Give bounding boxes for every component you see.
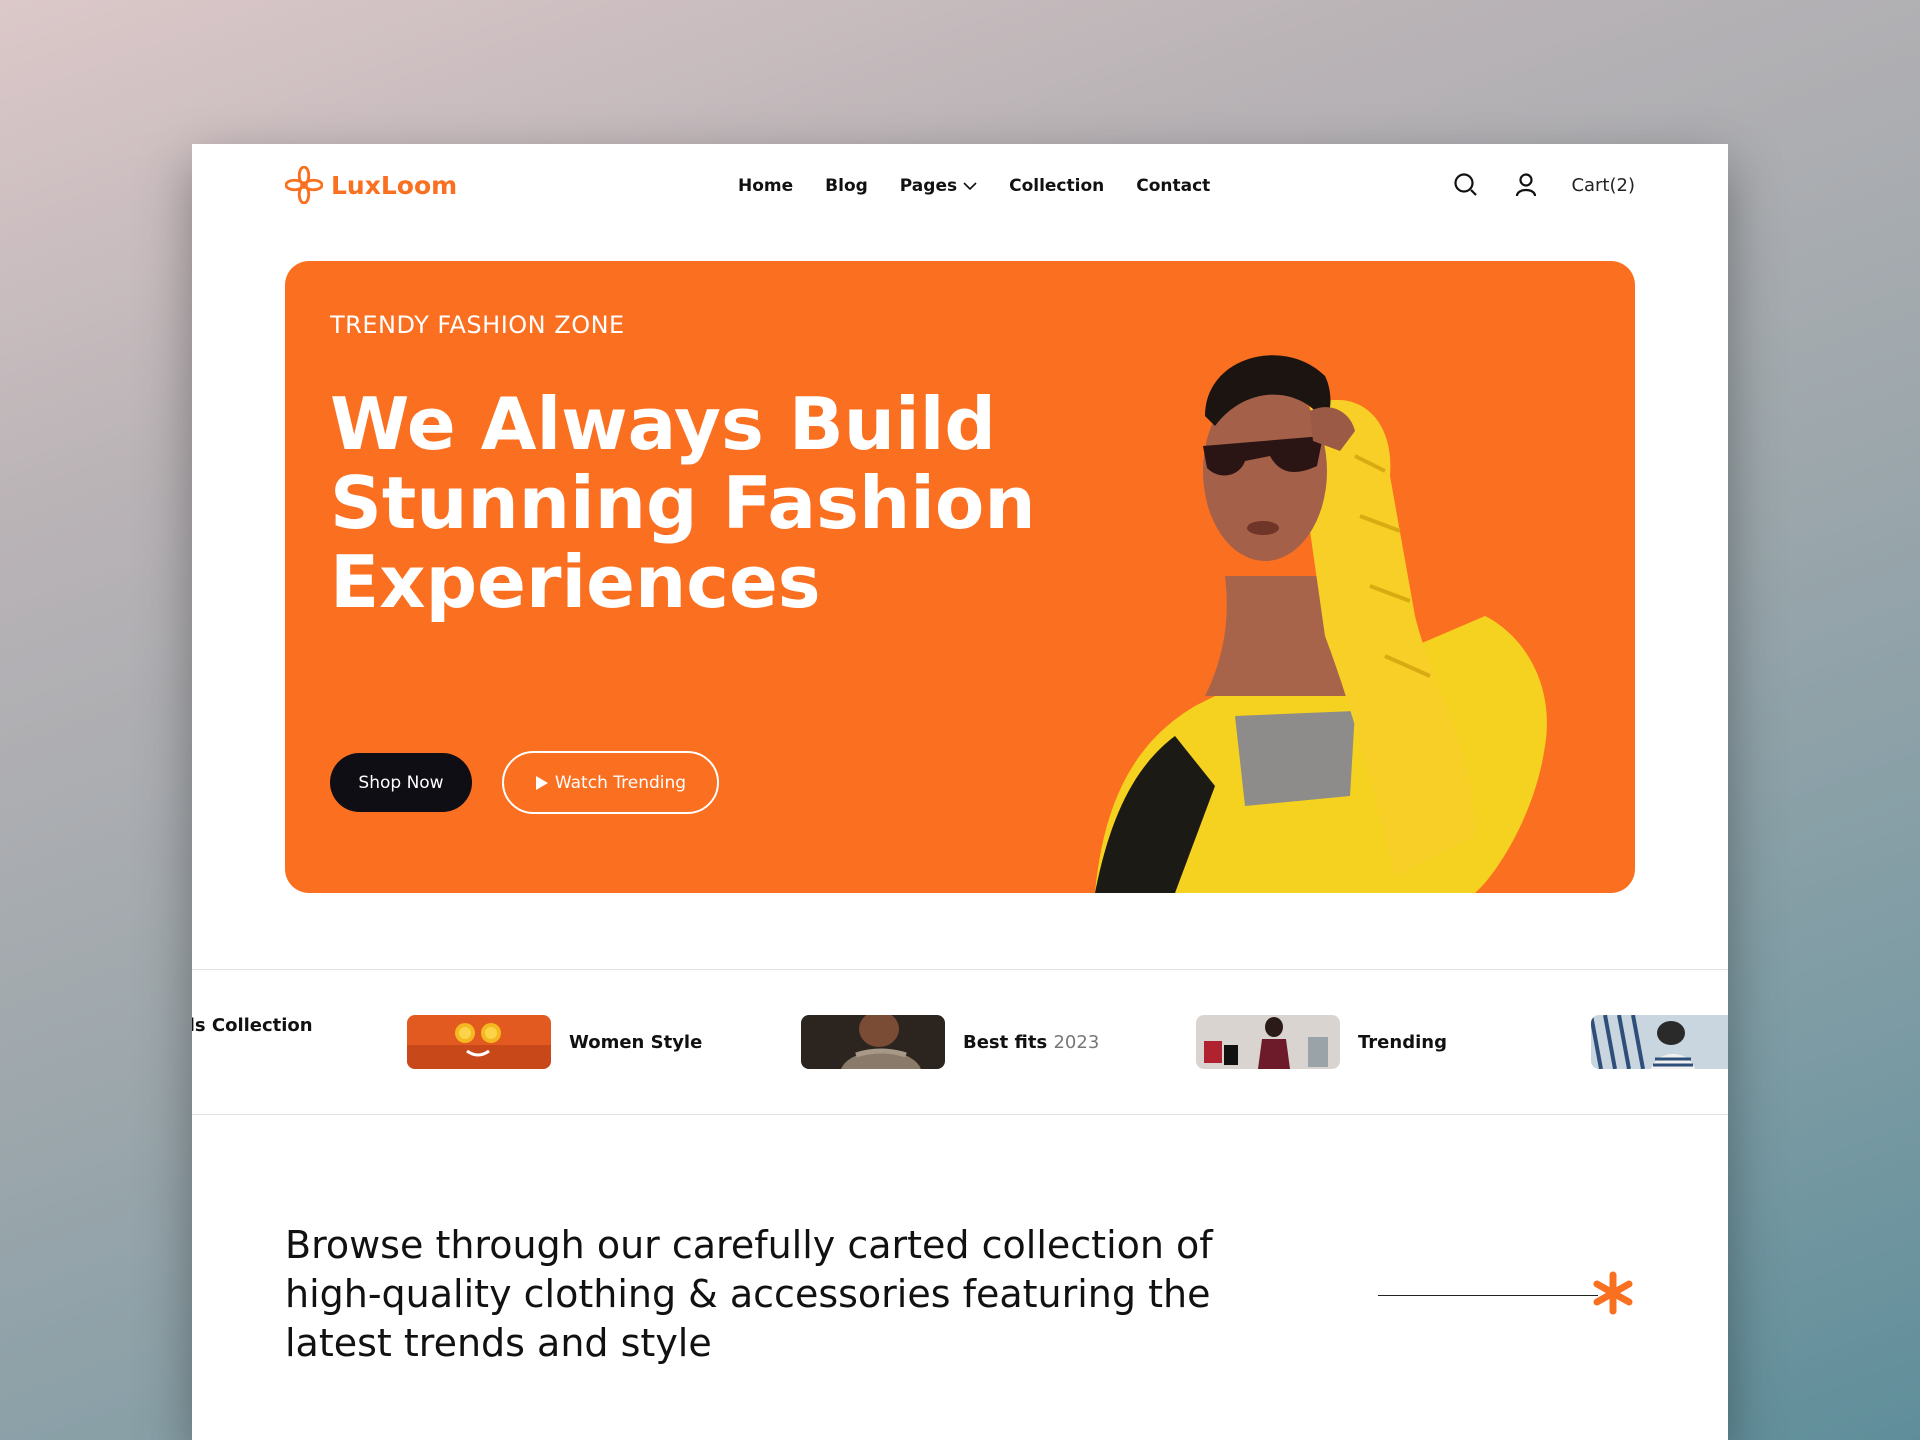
- category-label: Women Style: [569, 1031, 703, 1053]
- category-item[interactable]: Women Style: [407, 1015, 702, 1069]
- category-thumbnail: [801, 1015, 945, 1069]
- flower-icon: [285, 166, 323, 204]
- asterisk-icon: [1593, 1271, 1633, 1315]
- play-icon: [535, 775, 548, 790]
- category-thumbnail: [1196, 1015, 1340, 1069]
- nav-links: Home Blog Pages Collection Contact: [738, 176, 1210, 196]
- category-label: Best fits 2023: [963, 1032, 1099, 1053]
- hero-banner: TRENDY FASHION ZONE We Always Build Stun…: [285, 261, 1635, 893]
- watch-trending-button[interactable]: Watch Trending: [502, 751, 719, 814]
- logo[interactable]: LuxLoom: [285, 166, 457, 204]
- category-item[interactable]: Best fits 2023: [801, 1015, 1099, 1069]
- category-thumbnail: [407, 1015, 551, 1069]
- top-nav: LuxLoom Home Blog Pages Collection Conta…: [192, 144, 1728, 230]
- nav-actions: Cart(2): [1451, 170, 1635, 200]
- category-label: ds Collection: [192, 1015, 313, 1036]
- browser-window: LuxLoom Home Blog Pages Collection Conta…: [192, 144, 1728, 1440]
- decorative-line: [1378, 1295, 1598, 1296]
- brand-name: LuxLoom: [331, 170, 458, 200]
- nav-collection[interactable]: Collection: [1009, 176, 1104, 196]
- nav-pages[interactable]: Pages: [900, 176, 977, 196]
- browse-text: Browse through our carefully carted coll…: [285, 1223, 1213, 1365]
- search-icon: [1454, 173, 1478, 196]
- search-button[interactable]: [1451, 170, 1481, 200]
- nav-blog[interactable]: Blog: [825, 176, 868, 196]
- nav-contact[interactable]: Contact: [1136, 176, 1210, 196]
- hero-headline: We Always Build Stunning Fashion Experie…: [330, 382, 1036, 624]
- shop-now-button[interactable]: Shop Now: [330, 753, 472, 812]
- nav-home[interactable]: Home: [738, 176, 793, 196]
- category-item[interactable]: [1591, 1015, 1728, 1069]
- chevron-down-icon: [963, 182, 977, 191]
- user-icon: [1516, 173, 1537, 197]
- account-button[interactable]: [1511, 170, 1541, 200]
- category-item[interactable]: ds Collection: [192, 1015, 313, 1036]
- nav-pages-label: Pages: [899, 176, 958, 196]
- hero-eyebrow: TRENDY FASHION ZONE: [330, 311, 625, 339]
- category-item[interactable]: Trending: [1196, 1015, 1447, 1069]
- cart-link[interactable]: Cart(2): [1571, 175, 1635, 196]
- category-label-text: Best fits: [963, 1031, 1048, 1053]
- watch-trending-label: Watch Trending: [554, 772, 687, 793]
- category-thumbnail: [1591, 1015, 1728, 1069]
- category-label: Trending: [1358, 1031, 1447, 1053]
- hero-model-image: [1095, 355, 1547, 893]
- category-strip: ds Collection Women Style Best fits 2023…: [192, 969, 1728, 1115]
- category-year: 2023: [1053, 1031, 1100, 1053]
